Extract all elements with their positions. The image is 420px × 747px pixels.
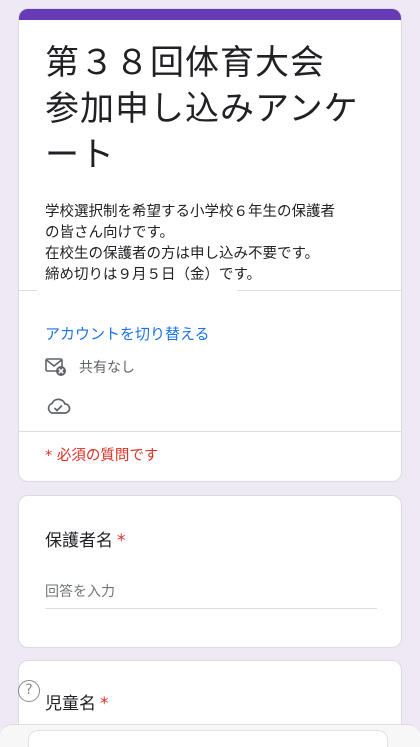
form-description: 学校選択制を希望する小学校６年生の保護者 の皆さん向けです。 在校生の保護者の方… (45, 202, 375, 286)
description-line: の皆さん向けです。 (45, 225, 175, 241)
description-line: 学校選択制を希望する小学校６年生の保護者 (45, 204, 335, 220)
share-status-text: 共有なし (79, 360, 135, 376)
required-star: * (100, 694, 109, 714)
required-note: * 必須の質問です (45, 448, 159, 464)
mail-no-share-icon (45, 358, 66, 376)
question-label: 児童名 * (45, 689, 109, 714)
form-title-line: ート (45, 135, 115, 175)
question-title: 児童名 (45, 694, 96, 714)
question-label: 保護者名 * (45, 526, 126, 551)
question-card-guardian-name: 保護者名 * (18, 495, 402, 648)
required-star: * (117, 531, 126, 551)
description-line: 締め切りは９月５日（金）です。 (45, 267, 262, 283)
switch-account-link[interactable]: アカウントを切り替える (45, 323, 210, 344)
form-accent-bar (19, 9, 401, 20)
form-header-card: 第３８回体育大会 参加申し込みアンケ ート 学校選択制を希望する小学校６年生の保… (18, 8, 402, 482)
share-status-row: 共有なし (45, 357, 135, 377)
cloud-check-icon (47, 398, 71, 414)
header-divider (19, 289, 401, 292)
description-line: 在校生の保護者の方は申し込み不要です。 (45, 246, 320, 262)
form-title-line: 第３８回体育大会 (45, 43, 325, 83)
guardian-name-input[interactable] (45, 578, 377, 609)
form-title-line: 参加申し込みアンケ (45, 89, 359, 129)
browser-address-pill[interactable] (28, 730, 388, 747)
help-circle-icon[interactable]: ? (18, 680, 40, 702)
required-divider (19, 431, 401, 432)
form-title: 第３８回体育大会 参加申し込みアンケ ート (45, 40, 375, 178)
question-title: 保護者名 (45, 531, 113, 551)
